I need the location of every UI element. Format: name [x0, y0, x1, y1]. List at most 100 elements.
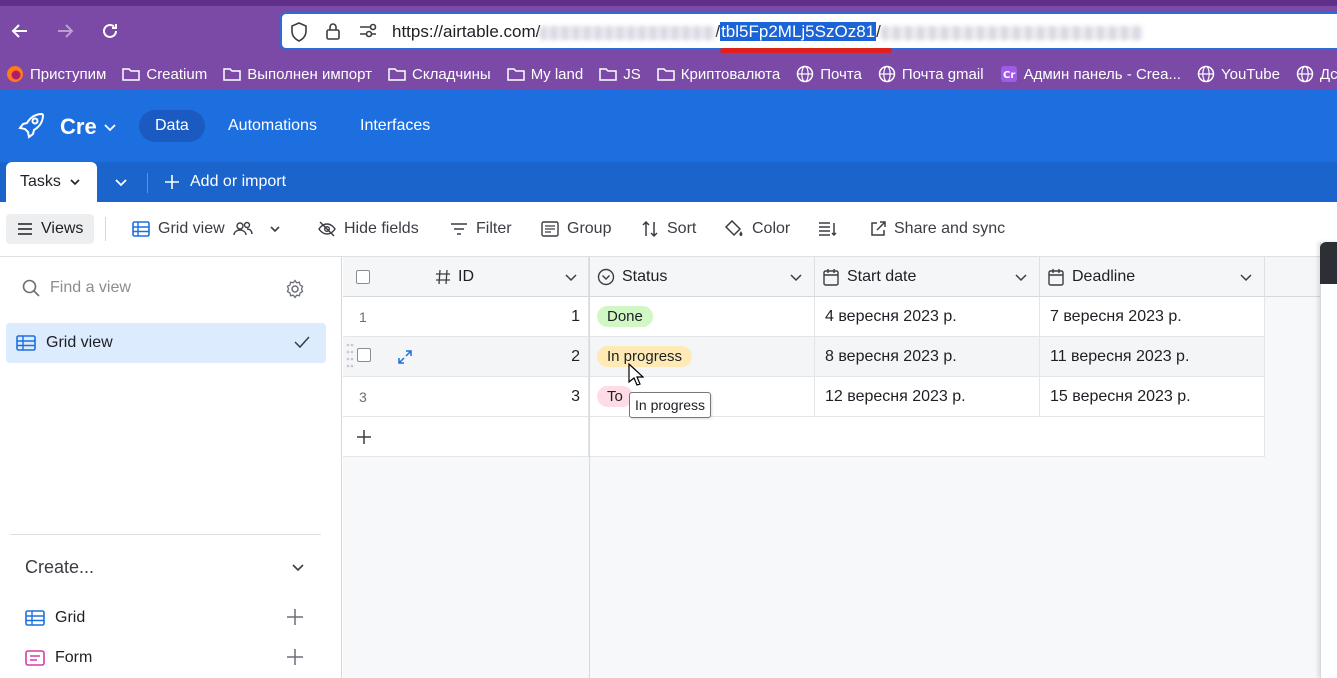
bookmark-item[interactable]: Creatium [122, 66, 207, 83]
column-header-deadline[interactable]: Deadline [1040, 257, 1265, 297]
cell-id[interactable]: 2 [571, 348, 580, 366]
create-grid-item[interactable]: Grid [25, 606, 85, 630]
bookmark-item[interactable]: Криптовалюта [656, 66, 780, 83]
color-button[interactable]: Color [724, 214, 790, 244]
divider [147, 173, 148, 193]
sort-label: Sort [667, 220, 697, 237]
chevron-down-icon[interactable] [290, 559, 306, 575]
back-button[interactable] [3, 14, 37, 48]
view-settings-button[interactable] [285, 279, 305, 304]
create-form-item[interactable]: Form [25, 646, 92, 670]
nav-data[interactable]: Data [139, 110, 205, 142]
bookmark-item[interactable]: Складчины [388, 66, 491, 83]
row-checkbox[interactable] [357, 348, 371, 362]
cell-deadline[interactable]: 15 вересня 2023 р. [1040, 377, 1265, 417]
bookmark-label: Почта [820, 65, 862, 83]
folder-icon [599, 68, 617, 81]
chevron-down-icon[interactable] [789, 270, 803, 284]
cell-start-date[interactable]: 12 вересня 2023 р. [815, 377, 1040, 417]
column-header-id[interactable]: ID [343, 257, 589, 297]
folder-icon [223, 68, 241, 81]
hide-fields-button[interactable]: Hide fields [318, 214, 419, 244]
cell-status[interactable]: Done [590, 297, 815, 337]
url-bar[interactable]: https://airtable.com//tbl5Fp2MLj5SzOz81/ [280, 12, 1337, 50]
sidebar-item-grid-view[interactable]: Grid view [6, 323, 326, 363]
expand-icon[interactable] [397, 349, 413, 365]
cell-id[interactable]: 1 [571, 308, 580, 326]
side-panel-edge[interactable] [1320, 242, 1337, 678]
add-row-button[interactable] [343, 417, 589, 457]
group-button[interactable]: Group [541, 214, 611, 244]
plus-icon[interactable] [286, 608, 304, 626]
base-name-button[interactable]: Cre [60, 114, 117, 140]
airtable-logo[interactable] [16, 110, 46, 145]
status-tooltip: In progress [629, 392, 712, 418]
cell-id[interactable]: 3 [571, 388, 580, 406]
chevron-down-icon[interactable] [1239, 270, 1253, 284]
bookmark-item[interactable]: My land [506, 66, 583, 83]
table-row[interactable]: 3 3 [343, 377, 589, 417]
column-header-start-date[interactable]: Start date [815, 257, 1040, 297]
select-all-checkbox[interactable] [356, 270, 370, 284]
create-section-title[interactable]: Create... [25, 557, 94, 578]
cell-start-date[interactable]: 8 вересня 2023 р. [815, 337, 1040, 377]
find-view-search[interactable]: Find a view [22, 279, 131, 297]
views-button[interactable]: Views [6, 214, 95, 244]
drag-handle-icon[interactable] [345, 340, 355, 374]
sort-button[interactable]: Sort [641, 214, 696, 244]
table-row[interactable]: 2 [343, 337, 589, 377]
side-panel-header[interactable] [1320, 242, 1337, 284]
chevron-down-icon[interactable] [564, 270, 578, 284]
forward-button[interactable] [48, 14, 82, 48]
bookmark-item[interactable]: Почта gmail [878, 65, 984, 83]
bookmark-item[interactable]: Выполнен импорт [223, 66, 372, 83]
bookmark-item[interactable]: Cr Админ панель - Crea... [1000, 65, 1181, 83]
cell-status[interactable]: In progress [590, 337, 815, 377]
tab-tasks[interactable]: Tasks [6, 162, 97, 202]
cell-start-date[interactable]: 4 вересня 2023 р. [815, 297, 1040, 337]
url-text[interactable]: https://airtable.com//tbl5Fp2MLj5SzOz81/ [392, 22, 1143, 42]
cell-deadline[interactable]: 11 вересня 2023 р. [1040, 337, 1265, 377]
tables-menu-button[interactable] [114, 162, 128, 202]
column-label: Start date [847, 267, 917, 285]
chevron-down-icon [104, 124, 116, 132]
bookmark-label: Дс [1319, 65, 1337, 83]
plus-icon[interactable] [286, 648, 304, 666]
bookmark-item[interactable]: JS [599, 66, 641, 83]
reload-button[interactable] [93, 14, 127, 48]
divider [10, 534, 321, 535]
data-grid: ID Status Start date Deadline 1 1 Done 4… [343, 257, 1337, 678]
share-and-sync-button[interactable]: Share and sync [870, 214, 1005, 244]
grid-view-switcher[interactable]: Grid view [132, 214, 281, 244]
add-row-area[interactable] [590, 417, 1265, 457]
column-header-status[interactable]: Status [590, 257, 815, 297]
gear-icon [286, 279, 304, 299]
lock-icon[interactable] [324, 21, 342, 41]
row-number: 1 [359, 308, 367, 325]
cell-deadline[interactable]: 7 вересня 2023 р. [1040, 297, 1265, 337]
window-strip [0, 0, 1337, 6]
bookmark-item[interactable]: Дс [1296, 65, 1337, 83]
filter-button[interactable]: Filter [450, 214, 512, 244]
nav-automations[interactable]: Automations [212, 110, 333, 142]
row-number: 3 [359, 388, 367, 405]
table-row[interactable]: 1 1 [343, 297, 589, 337]
nav-interfaces[interactable]: Interfaces [344, 110, 446, 142]
add-or-import-button[interactable]: Add or import [164, 162, 286, 202]
row-height-button[interactable] [818, 214, 838, 244]
chevron-down-icon[interactable] [1014, 270, 1028, 284]
bookmark-item[interactable]: Приступим [6, 65, 106, 83]
sidebar-item-label: Grid view [46, 334, 113, 351]
bookmark-label: Приступим [30, 65, 107, 83]
bookmark-item[interactable]: Почта [796, 65, 862, 83]
grid-view-label: Grid view [158, 220, 225, 237]
check-icon [294, 336, 310, 349]
bookmark-item[interactable]: YouTube [1197, 65, 1280, 83]
form-icon [25, 650, 45, 666]
base-name: Cre [60, 114, 97, 139]
column-label: Status [622, 267, 668, 285]
plus-icon [165, 175, 179, 189]
permissions-icon[interactable] [358, 22, 378, 40]
views-label: Views [41, 220, 84, 237]
grid-icon [132, 221, 150, 237]
